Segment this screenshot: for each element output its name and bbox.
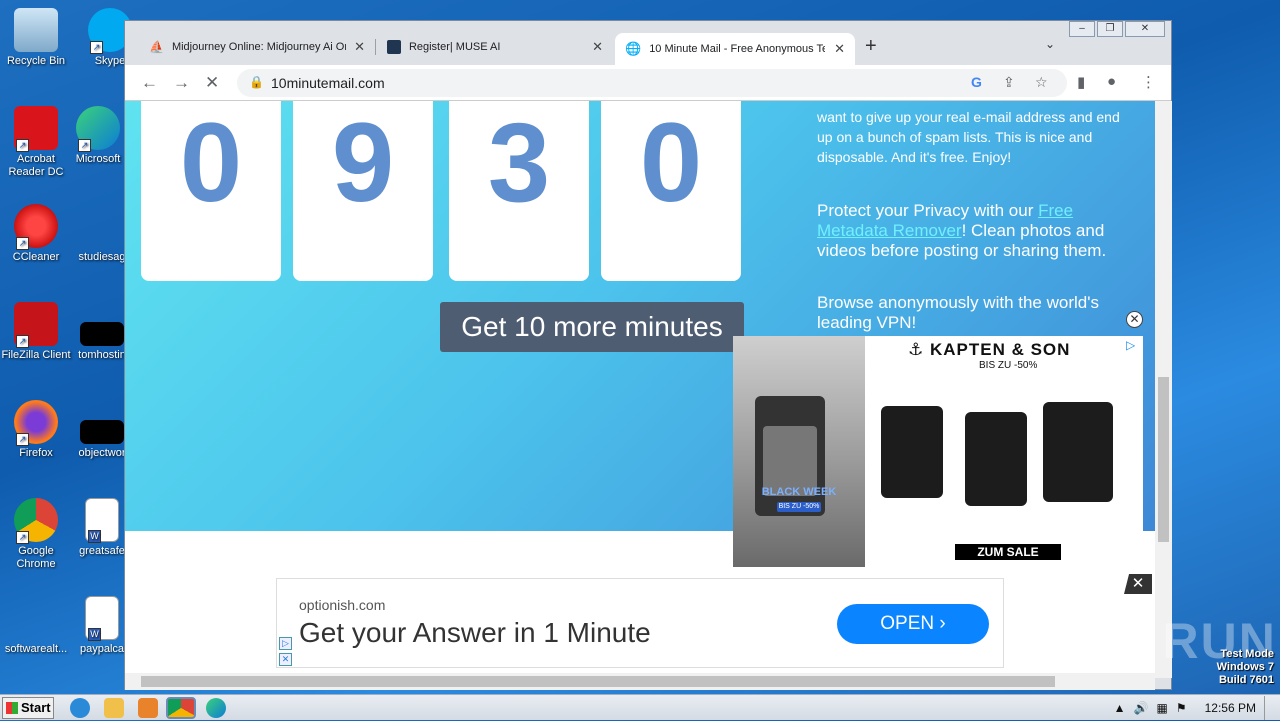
adchoices-icon[interactable]: ▷ (1126, 338, 1135, 352)
tab-muse-ai[interactable]: Register| MUSE AI ✕ (377, 33, 613, 61)
globe-icon: 🌐 (625, 41, 642, 56)
tab-close-button[interactable]: ✕ (354, 39, 365, 55)
taskbar: Start ▲ 🔊 ▦ ⚑ 12:56 PM (0, 694, 1280, 720)
system-tray: ▲ 🔊 ▦ ⚑ 12:56 PM (1108, 695, 1280, 721)
chrome-taskbar-icon[interactable] (166, 697, 196, 719)
banner-headline: Get your Answer in 1 Minute (299, 617, 651, 648)
lock-icon[interactable]: 🔒 (249, 75, 264, 89)
share-icon[interactable]: ⇪ (1003, 74, 1015, 91)
clock[interactable]: 12:56 PM (1205, 701, 1256, 715)
muse-favicon-icon (387, 40, 401, 54)
media-player-taskbar-icon[interactable] (138, 698, 158, 718)
get-more-minutes-button[interactable]: Get 10 more minutes (440, 302, 744, 352)
edge-icon: ↗ (76, 106, 120, 152)
volume-icon[interactable]: 🔊 (1134, 701, 1149, 715)
horizontal-scroll-thumb[interactable] (141, 676, 1055, 687)
desktop-icon-firefox[interactable]: ↗ Firefox (0, 400, 72, 460)
google-lens-icon[interactable]: G (971, 74, 982, 90)
bookmark-star-icon[interactable]: ☆ (1035, 74, 1048, 91)
vertical-scrollbar[interactable] (1155, 101, 1172, 678)
chrome-icon: ↗ (14, 498, 58, 544)
action-center-flag-icon[interactable]: ⚑ (1176, 701, 1187, 715)
back-button[interactable]: ← (141, 73, 158, 93)
menu-icon[interactable]: ⋮ (1141, 73, 1156, 91)
test-mode-label: Test Mode Windows 7 Build 7601 (1216, 648, 1274, 686)
restore-button[interactable]: ❐ (1097, 21, 1123, 37)
windows-flag-icon (6, 702, 18, 714)
tab-close-button[interactable]: ✕ (834, 41, 845, 57)
tab-midjourney[interactable]: ⛵ Midjourney Online: Midjourney Ai Onlin… (139, 33, 375, 61)
recycle-bin-icon (14, 8, 58, 52)
tab-close-button[interactable]: ✕ (592, 39, 603, 55)
horizontal-scrollbar[interactable] (125, 673, 1155, 690)
edge-taskbar-icon[interactable] (206, 698, 226, 718)
desktop-icon-filezilla[interactable]: ↗ FileZilla Client (0, 302, 72, 362)
popup-ad[interactable]: BLACK WEEK BIS ZU -50% ⚓ KAPTEN & SON BI… (733, 336, 1143, 567)
backpack-side-image (1043, 402, 1113, 502)
desktop-icon-ccleaner[interactable]: ↗ CCleaner (0, 204, 72, 264)
browser-toolbar: ← → ✕ 🔒 10minutemail.com G ⇪ ☆ ▮ ● ⋮ (125, 65, 1171, 101)
vpn-paragraph: Browse anonymously with the world's lead… (817, 293, 1099, 332)
photo-headline: BLACK WEEK (761, 486, 837, 498)
vertical-scroll-thumb[interactable] (1158, 377, 1169, 542)
banner-domain: optionish.com (299, 597, 386, 613)
desktop-icon-softwarealt[interactable]: softwarealt... (0, 596, 72, 656)
new-tab-button[interactable]: + (865, 35, 877, 58)
profile-icon[interactable]: ● (1107, 73, 1116, 90)
popup-ad-close-icon[interactable]: ✕ (1126, 311, 1143, 328)
minimize-button[interactable]: ‒ (1069, 21, 1095, 37)
file-icon (80, 204, 124, 248)
forward-button[interactable]: → (173, 73, 190, 93)
network-icon[interactable]: ▦ (1157, 701, 1168, 715)
info-paragraph: want to give up your real e-mail address… (817, 109, 1120, 165)
window-controls: ‒ ❐ ✕ (1069, 21, 1165, 37)
ie-taskbar-icon[interactable] (70, 698, 90, 718)
word-doc-icon: W (85, 498, 119, 543)
ad-close-icon[interactable]: ✕ (279, 653, 292, 666)
word-doc-icon: W (85, 596, 119, 641)
tab-strip: ⛵ Midjourney Online: Midjourney Ai Onlin… (125, 21, 1171, 65)
tab-separator (375, 39, 376, 55)
desktop-icon-recycle-bin[interactable]: Recycle Bin (0, 8, 72, 68)
show-desktop-button[interactable] (1264, 696, 1274, 720)
backpack-back-image (965, 412, 1027, 506)
ad-brand: ⚓ KAPTEN & SON (908, 340, 1071, 359)
banner-open-button[interactable]: OPEN › (837, 604, 989, 644)
timer-digit: 0 (601, 101, 741, 281)
adchoices-icon[interactable]: ▷ (279, 637, 292, 650)
tab-10minutemail[interactable]: 🌐 10 Minute Mail - Free Anonymous Tempor… (615, 33, 855, 65)
start-button[interactable]: Start (2, 697, 54, 719)
privacy-paragraph: Protect your Privacy with our Free Metad… (817, 201, 1107, 260)
banner-ad[interactable]: ▷ ✕ optionish.com Get your Answer in 1 M… (276, 578, 1004, 668)
close-window-button[interactable]: ✕ (1125, 21, 1165, 37)
midjourney-favicon-icon: ⛵ (149, 40, 164, 54)
black-file-icon (80, 420, 124, 444)
tray-expand-icon[interactable]: ▲ (1114, 701, 1126, 715)
stop-button[interactable]: ✕ (205, 73, 219, 93)
explorer-taskbar-icon[interactable] (104, 698, 124, 718)
desktop-icon-chrome[interactable]: ↗ Google Chrome (0, 498, 72, 571)
backpack-front-image (881, 406, 943, 498)
acrobat-icon: ↗ (14, 106, 58, 152)
timer-digit: 9 (293, 101, 433, 281)
ad-subtitle: BIS ZU -50% (979, 360, 1038, 371)
file-icon (14, 596, 58, 640)
timer-digit: 3 (449, 101, 589, 281)
ad-product-photo: BLACK WEEK BIS ZU -50% (733, 336, 865, 567)
tab-search-button[interactable]: ⌄ (1045, 37, 1055, 51)
address-bar[interactable]: 🔒 10minutemail.com G ⇪ ☆ (237, 69, 1067, 97)
timer-digit: 0 (141, 101, 281, 281)
photo-badge: BIS ZU -50% (777, 502, 821, 512)
filezilla-icon: ↗ (14, 302, 58, 348)
zum-sale-button[interactable]: ZUM SALE (955, 544, 1061, 560)
side-panel-icon[interactable]: ▮ (1077, 73, 1085, 91)
firefox-icon: ↗ (14, 400, 58, 446)
url-text[interactable]: 10minutemail.com (271, 75, 385, 91)
ccleaner-icon: ↗ (14, 204, 58, 250)
black-file-icon (80, 322, 124, 346)
